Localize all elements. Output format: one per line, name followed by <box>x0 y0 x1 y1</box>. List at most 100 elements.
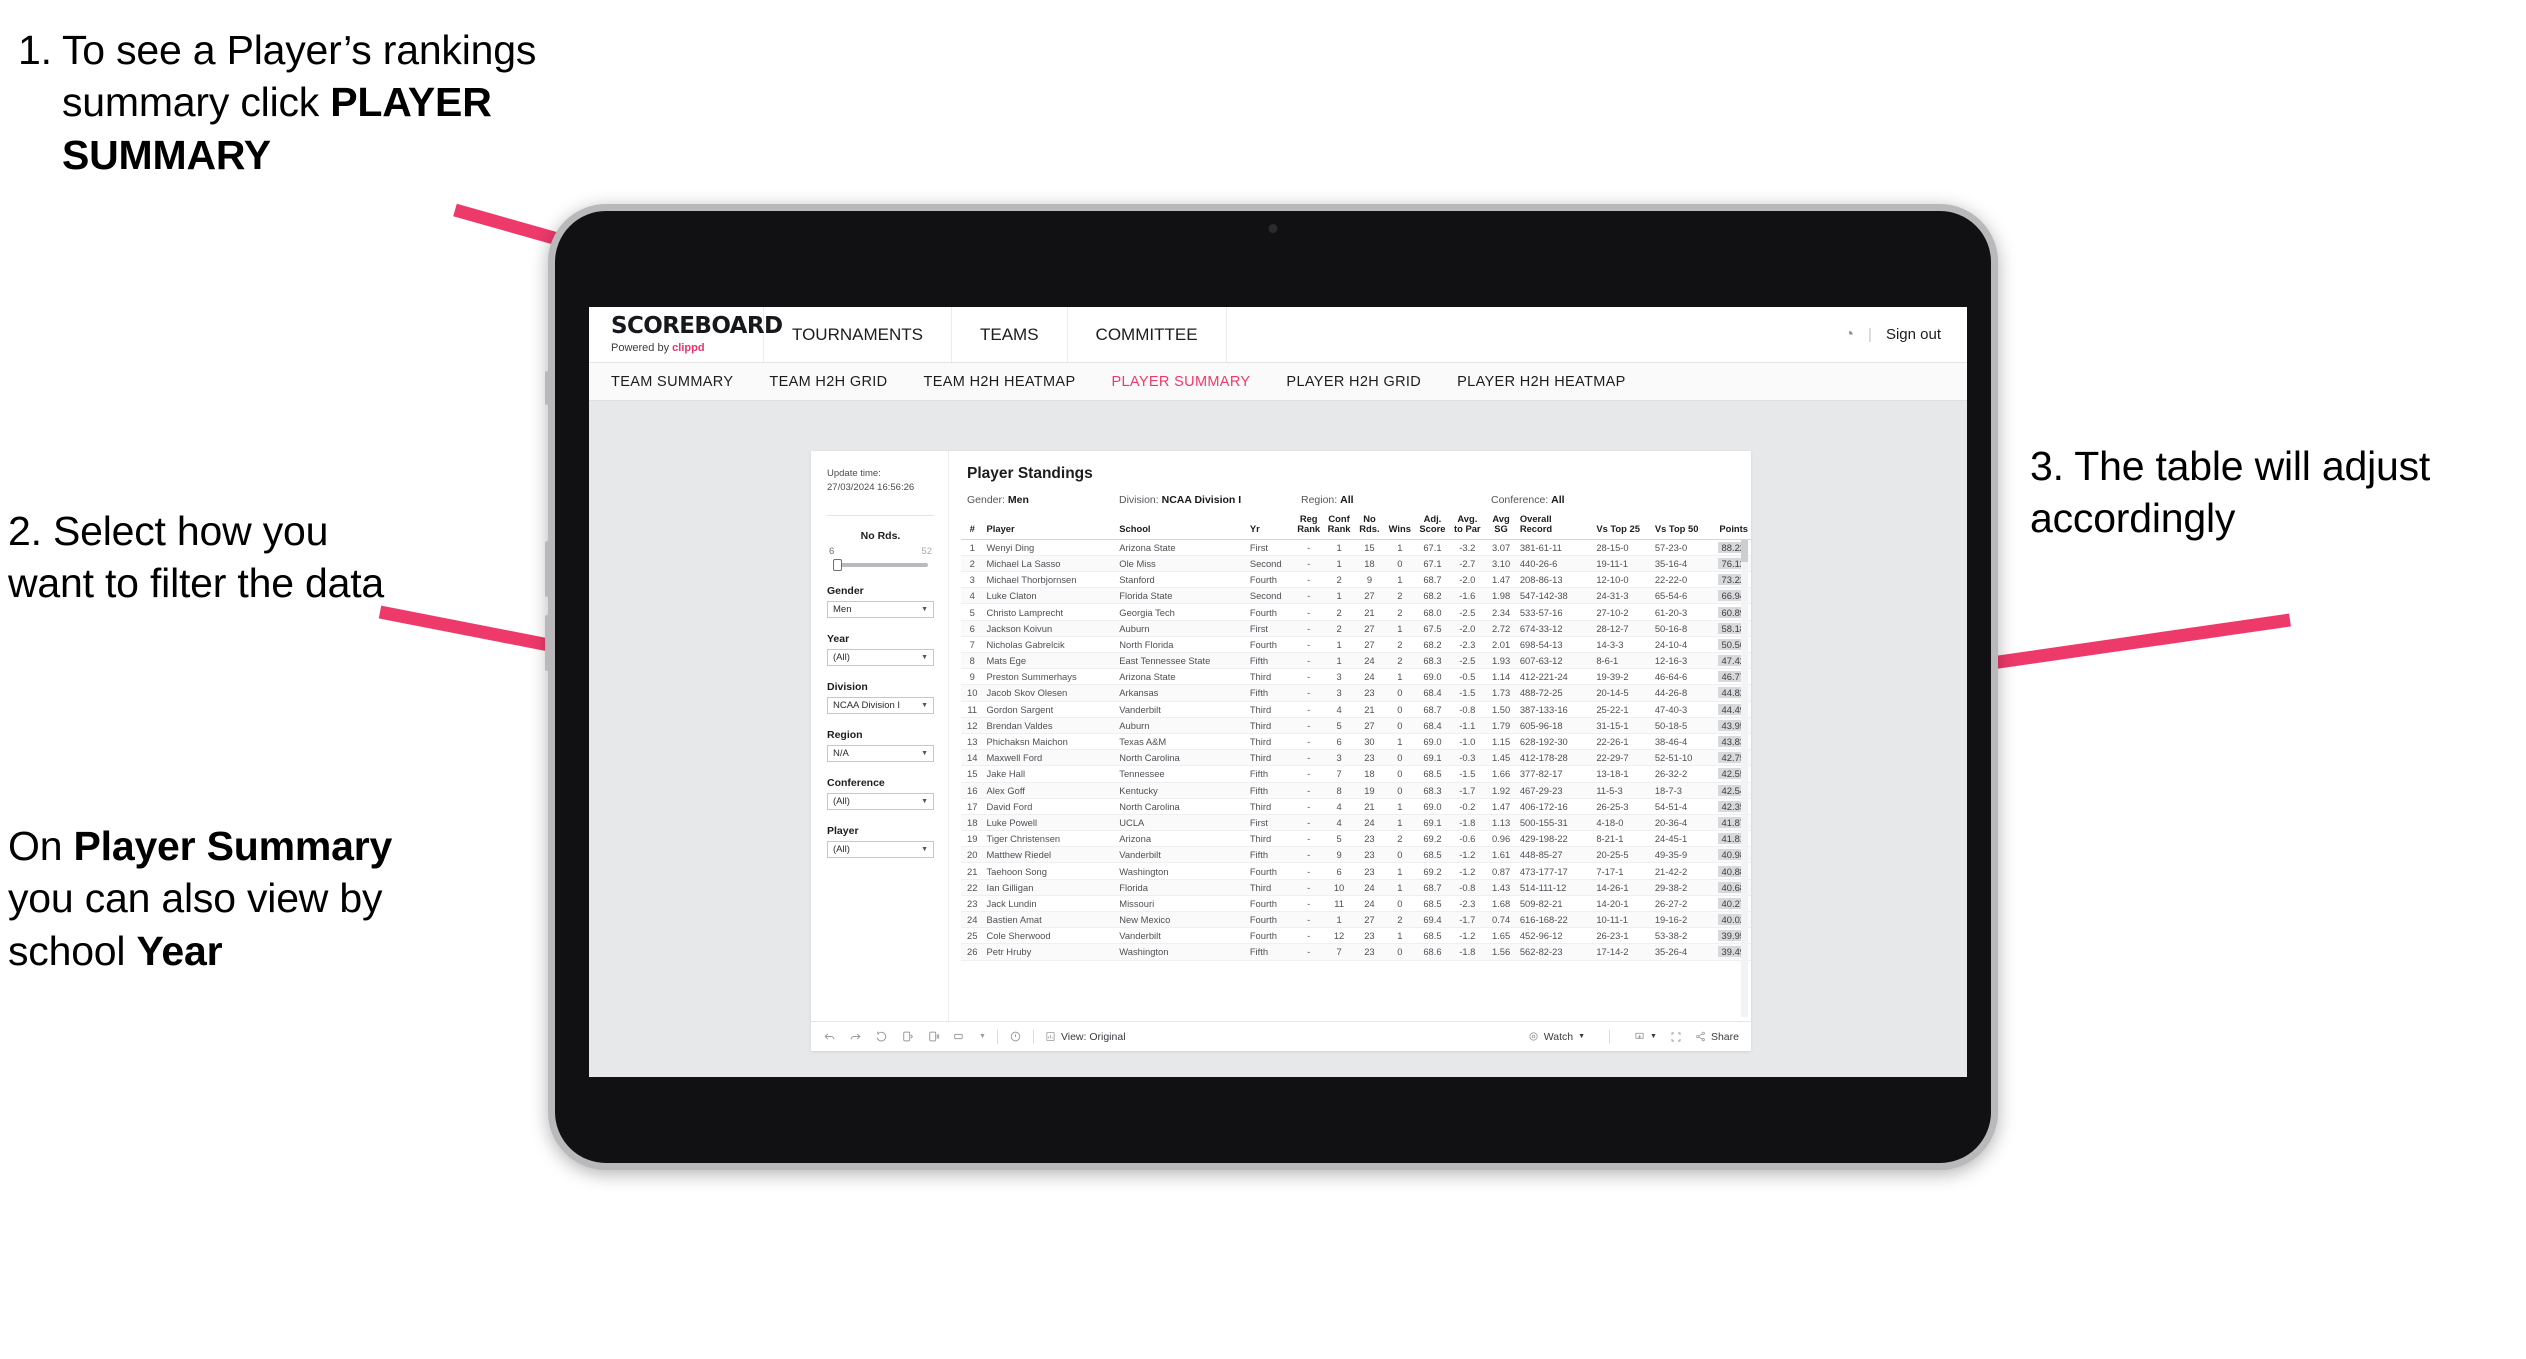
filter-division-select[interactable]: NCAA Division I ▼ <box>827 696 934 714</box>
filter-division-label: Division <box>827 680 868 693</box>
refresh-data-icon[interactable] <box>901 1030 914 1043</box>
col-rank[interactable]: # <box>961 514 984 540</box>
table-row[interactable]: 20 Matthew Riedel Vanderbilt Fifth -9 23 0 68.5… <box>961 846 1751 864</box>
cell-yr: First <box>1246 620 1295 637</box>
share-button[interactable]: Share <box>1695 1031 1739 1043</box>
sign-out-link[interactable]: Sign out <box>1886 326 1941 343</box>
table-vertical-scrollbar[interactable] <box>1741 540 1748 1017</box>
cell-adj-score: 69.1 <box>1415 814 1450 832</box>
col-yr[interactable]: Yr <box>1246 514 1295 540</box>
nav-item-committee[interactable]: COMMITTEE <box>1068 307 1227 362</box>
cell-reg-rank: - <box>1294 571 1324 589</box>
col-rds-l2: Rds. <box>1359 523 1380 535</box>
tab-player-summary[interactable]: PLAYER SUMMARY <box>1111 374 1250 390</box>
no-rounds-slider[interactable] <box>833 558 928 571</box>
cell-player: Matthew Riedel <box>983 846 1117 864</box>
account-avatar-icon[interactable]: ◔ <box>1844 326 1854 344</box>
col-player[interactable]: Player <box>983 514 1117 540</box>
table-row[interactable]: 8 Mats Ege East Tennessee State Fifth -1 24 2 6… <box>961 652 1751 670</box>
table-row[interactable]: 25 Cole Sherwood Vanderbilt Fourth -12 23 1 68.… <box>961 927 1751 945</box>
table-row[interactable]: 12 Brendan Valdes Auburn Third -5 27 0 68.4 -1.1… <box>961 717 1751 734</box>
no-rounds-min: 6 <box>829 545 835 557</box>
col-avg-to-par[interactable]: Avg. to Par <box>1449 514 1486 540</box>
cell-: 21 <box>961 862 984 880</box>
cell-overall-record: 387-133-16 <box>1516 701 1594 718</box>
tab-team-summary[interactable]: TEAM SUMMARY <box>611 374 733 390</box>
col-no-rds[interactable]: No Rds. <box>1354 514 1385 540</box>
table-row[interactable]: 11 Gordon Sargent Vanderbilt Third -4 21 0 68.7… <box>961 701 1751 718</box>
tab-player-h2h-grid[interactable]: PLAYER H2H GRID <box>1286 374 1421 390</box>
cell-wins: 2 <box>1384 603 1416 621</box>
table-row[interactable]: 24 Bastien Amat New Mexico Fourth -1 27 2 69.4-… <box>961 911 1751 929</box>
table-row[interactable]: 1 Wenyi Ding Arizona State First -1 15 1 67.1 -3… <box>961 539 1751 556</box>
alert-icon[interactable] <box>1009 1030 1022 1043</box>
table-row[interactable]: 21 Taehoon Song Washington Fourth -6 23 1 69.2-… <box>961 862 1751 880</box>
table-row[interactable]: 14 Maxwell Ford North Carolina Third -3 23 0 69… <box>961 749 1751 767</box>
cell-no-rds: 27 <box>1354 717 1385 734</box>
cell-: 22 <box>961 879 984 896</box>
highlight-icon[interactable] <box>953 1030 966 1043</box>
cell-avg-to-par: -0.3 <box>1449 749 1486 767</box>
col-conf-rank[interactable]: Conf Rank <box>1323 514 1355 540</box>
table-row[interactable]: 15 Jake Hall Tennessee Fifth -7 18 0 68.5 -1.5 1.… <box>961 765 1751 783</box>
col-overall-record[interactable]: Overall Record <box>1516 514 1594 540</box>
filter-gender-select[interactable]: Men ▼ <box>827 600 934 618</box>
pause-icon[interactable] <box>927 1030 940 1043</box>
table-row[interactable]: 26 Petr Hruby Washington Fifth -7 23 0 68.6 -1.8… <box>961 943 1751 961</box>
table-row[interactable]: 10 Jacob Skov Olesen Arkansas Fifth -3 23 0 68.… <box>961 684 1751 702</box>
table-row[interactable]: 7 Nicholas Gabrelcik North Florida Fourth -1… <box>961 636 1751 654</box>
revert-icon[interactable] <box>875 1030 888 1043</box>
table-scrollbar-thumb[interactable] <box>1741 540 1748 562</box>
tab-team-h2h-heatmap[interactable]: TEAM H2H HEATMAP <box>924 374 1076 390</box>
col-vs-top-25[interactable]: Vs Top 25 <box>1593 514 1652 540</box>
cell-reg-rank: - <box>1294 603 1324 621</box>
download-button[interactable]: ▼ <box>1634 1031 1657 1042</box>
table-row[interactable]: 17 David Ford North Carolina Third -4 21 1 69.0… <box>961 798 1751 815</box>
table-row[interactable]: 22 Ian Gilligan Florida Third -10 24 1 68.7 -0.8… <box>961 879 1751 896</box>
cell-school: Auburn <box>1116 717 1247 734</box>
undo-icon[interactable] <box>823 1030 836 1043</box>
cell-vs-top-25: 25-22-1 <box>1593 701 1652 718</box>
cell-avg-to-par: -1.2 <box>1449 846 1486 864</box>
view-original-button[interactable]: View: Original <box>1045 1031 1126 1043</box>
watch-button[interactable]: Watch ▼ <box>1528 1031 1585 1043</box>
redo-icon[interactable] <box>849 1030 862 1043</box>
table-row[interactable]: 16 Alex Goff Kentucky Fifth -8 19 0 68.3 -1.7 1.9… <box>961 782 1751 799</box>
fullscreen-icon[interactable] <box>1670 1031 1682 1043</box>
col-wins[interactable]: Wins <box>1384 514 1416 540</box>
cell-avg-sg: 1.68 <box>1485 895 1517 913</box>
filter-year-select[interactable]: (All) ▼ <box>827 648 934 666</box>
filter-region-select[interactable]: N/A ▼ <box>827 744 934 762</box>
table-row[interactable]: 19 Tiger Christensen Arizona Third -5 23 2 69.2… <box>961 830 1751 848</box>
table-row[interactable]: 5 Christo Lamprecht Georgia Tech Fourth -2 21… <box>961 603 1751 621</box>
col-t50-l2: Vs Top 50 <box>1654 523 1699 535</box>
table-row[interactable]: 13 Phichaksn Maichon Texas A&M Third -6 30 1 69… <box>961 733 1751 751</box>
col-reg-rank[interactable]: Reg Rank <box>1294 514 1324 540</box>
caret-icon[interactable]: ▼ <box>979 1033 986 1040</box>
filter-conference-select[interactable]: (All) ▼ <box>827 792 934 810</box>
no-rounds-slider-handle[interactable] <box>833 558 842 571</box>
nav-item-teams[interactable]: TEAMS <box>952 307 1068 362</box>
table-row[interactable]: 18 Luke Powell UCLA First -4 24 1 69.1 -1.8 1.13 5… <box>961 814 1751 832</box>
table-row[interactable]: 6 Jackson Koivun Auburn First -2 27 1 67.5 -2.0 2… <box>961 620 1751 637</box>
filter-player-select[interactable]: (All) ▼ <box>827 840 934 858</box>
cell-vs-top-50: 47-40-3 <box>1651 701 1711 718</box>
brand-logo[interactable]: SCOREBOARD Powered by clippd <box>589 307 783 362</box>
col-school[interactable]: School <box>1116 514 1247 540</box>
nav-item-tournaments[interactable]: TOURNAMENTS <box>764 307 952 362</box>
table-row[interactable]: 4 Luke Claton Florida State Second -1 27 2 68.2… <box>961 587 1751 605</box>
col-avg-sg[interactable]: Avg SG <box>1485 514 1517 540</box>
toolbar-divider-1 <box>996 1029 998 1044</box>
tab-team-h2h-grid[interactable]: TEAM H2H GRID <box>769 374 887 390</box>
col-points[interactable]: Points <box>1710 514 1751 540</box>
table-row[interactable]: 23 Jack Lundin Missouri Fourth -11 24 0 68.5 -2.… <box>961 895 1751 913</box>
cell-avg-to-par: -0.6 <box>1449 830 1486 848</box>
cell-conf-rank: 4 <box>1323 798 1355 815</box>
col-vs-top-50[interactable]: Vs Top 50 <box>1651 514 1711 540</box>
tab-player-h2h-heatmap[interactable]: PLAYER H2H HEATMAP <box>1457 374 1626 390</box>
table-row[interactable]: 3 Michael Thorbjornsen Stanford Fourth -2 9 1 6… <box>961 571 1751 589</box>
table-row[interactable]: 9 Preston Summerhays Arizona State Third -3 2… <box>961 668 1751 686</box>
table-row[interactable]: 2 Michael La Sasso Ole Miss Second -1 18 0 67.1… <box>961 555 1751 573</box>
cell-: 3 <box>961 571 984 589</box>
col-adj-score[interactable]: Adj. Score <box>1415 514 1450 540</box>
